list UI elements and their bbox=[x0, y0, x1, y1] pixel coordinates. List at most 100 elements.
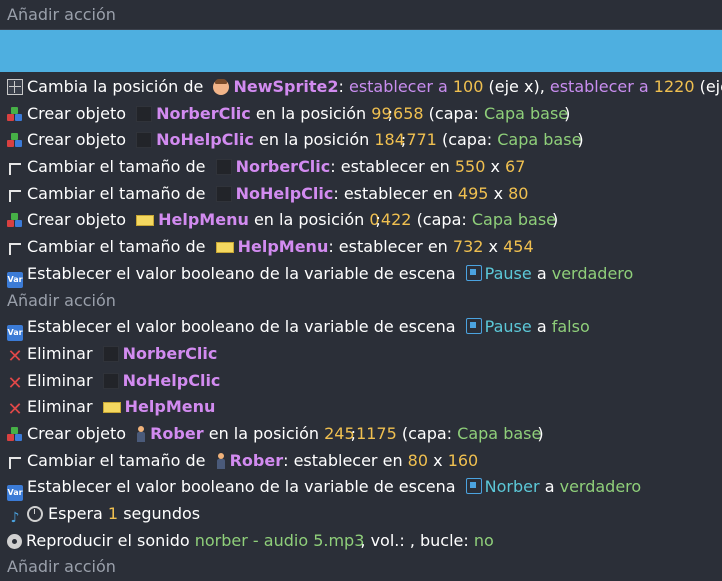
value-number[interactable]: 80 bbox=[408, 451, 428, 470]
norberclic-object-icon bbox=[136, 105, 153, 122]
action-row[interactable]: Cambiar el tamaño de NoHelpClic: estable… bbox=[0, 181, 722, 208]
boolean-value[interactable]: falso bbox=[552, 317, 590, 336]
action-text: Cambia la posición de bbox=[27, 77, 204, 96]
nohelpclic-object-icon bbox=[102, 372, 119, 389]
object-name[interactable]: HelpMenu bbox=[238, 237, 329, 256]
separator bbox=[0, 29, 722, 30]
action-text: ) bbox=[577, 130, 584, 150]
action-row[interactable]: Crear objeto HelpMenu en la posición 0;4… bbox=[0, 207, 722, 234]
action-row[interactable]: Cambiar el tamaño de NorberClic: estable… bbox=[0, 154, 722, 181]
action-row[interactable]: Crear objeto Rober en la posición 245;11… bbox=[0, 421, 722, 448]
value-number[interactable]: 80 bbox=[508, 184, 528, 203]
action-text: Crear objeto bbox=[27, 130, 127, 150]
action-row[interactable]: ✕ Eliminar HelpMenu bbox=[0, 394, 722, 421]
action-text: Crear objeto bbox=[27, 103, 127, 123]
value-number[interactable]: 1 bbox=[108, 504, 118, 523]
action-row[interactable]: Var Establecer el valor booleano de la va… bbox=[0, 261, 722, 288]
value-number[interactable]: 771 bbox=[406, 130, 437, 149]
loop-value[interactable]: no bbox=[474, 531, 494, 550]
variable-icon: Var bbox=[7, 485, 23, 502]
newsprite2-object-icon bbox=[213, 79, 230, 95]
value-number[interactable]: 550 bbox=[455, 157, 486, 176]
selected-empty-row[interactable] bbox=[0, 30, 722, 72]
boolean-value[interactable]: verdadero bbox=[552, 264, 634, 283]
value-number[interactable]: 422 bbox=[381, 210, 412, 229]
action-text: x bbox=[488, 237, 498, 257]
sound-file[interactable]: norber - audio 5.mp3 bbox=[195, 531, 365, 550]
value-number[interactable]: 67 bbox=[505, 157, 525, 176]
layer-name[interactable]: Capa base bbox=[472, 210, 556, 229]
layer-name[interactable]: Capa base bbox=[497, 130, 581, 149]
object-name[interactable]: NorberClic bbox=[123, 344, 218, 363]
action-row[interactable]: Crear objeto NoHelpClic en la posición 1… bbox=[0, 127, 722, 154]
action-text: ) bbox=[537, 423, 544, 443]
action-row[interactable]: Cambiar el tamaño de HelpMenu: establece… bbox=[0, 234, 722, 261]
resize-icon bbox=[9, 243, 21, 256]
action-row[interactable]: Cambia la posición de NewSprite2: establ… bbox=[0, 74, 722, 101]
action-row[interactable]: Var Establecer el valor booleano de la va… bbox=[0, 314, 722, 342]
action-row[interactable]: ✕ Eliminar NorberClic bbox=[0, 341, 722, 368]
action-text: Cambiar el tamaño de bbox=[27, 450, 206, 470]
value-number[interactable]: 160 bbox=[448, 451, 479, 470]
action-text: Eliminar bbox=[27, 397, 93, 417]
layer-name[interactable]: Capa base bbox=[484, 104, 568, 123]
layer-name[interactable]: Capa base bbox=[457, 424, 541, 443]
object-name[interactable]: HelpMenu bbox=[158, 210, 249, 229]
action-row[interactable]: Reproducir el sonido norber - audio 5.mp… bbox=[0, 528, 722, 555]
variable-name[interactable]: Pause bbox=[485, 264, 532, 283]
action-row[interactable]: Cambiar el tamaño de Rober: establecer e… bbox=[0, 448, 722, 475]
action-text: : bbox=[338, 77, 344, 96]
operator[interactable]: establecer a bbox=[349, 77, 448, 96]
action-text: Eliminar bbox=[27, 370, 93, 390]
action-text: en la posición bbox=[208, 423, 320, 443]
top-add-action[interactable]: Añadir acción bbox=[0, 0, 722, 30]
value-number[interactable]: 100 bbox=[453, 77, 484, 96]
boolean-value[interactable]: verdadero bbox=[560, 477, 642, 496]
variable-icon: Var bbox=[7, 271, 23, 288]
object-name[interactable]: NorberClic bbox=[236, 157, 331, 176]
action-row[interactable]: ✕ Eliminar NoHelpClic bbox=[0, 368, 722, 395]
delete-icon: ✕ bbox=[7, 372, 23, 394]
object-name[interactable]: Rober bbox=[150, 424, 204, 443]
action-text: : establecer en bbox=[328, 237, 448, 257]
create-object-icon bbox=[7, 106, 23, 122]
add-action-button[interactable]: Añadir acción bbox=[0, 554, 722, 581]
value-number[interactable]: 732 bbox=[453, 237, 484, 256]
add-action-label: Añadir acción bbox=[7, 5, 116, 24]
scene-variable-icon bbox=[465, 318, 482, 335]
add-action-button[interactable]: Añadir acción bbox=[0, 288, 722, 315]
nohelpclic-object-icon bbox=[215, 185, 232, 202]
add-action-label: Añadir acción bbox=[7, 290, 116, 310]
object-name[interactable]: NoHelpClic bbox=[236, 184, 334, 203]
action-text: Cambiar el tamaño de bbox=[27, 157, 206, 177]
action-row[interactable]: Var Establecer el valor booleano de la va… bbox=[0, 474, 722, 502]
object-name[interactable]: NewSprite2 bbox=[233, 77, 338, 96]
action-text: ) bbox=[564, 103, 571, 123]
object-name[interactable]: Rober bbox=[230, 451, 284, 470]
value-number[interactable]: 658 bbox=[393, 104, 424, 123]
move-icon bbox=[7, 79, 23, 95]
clock-icon bbox=[27, 506, 43, 522]
create-object-icon bbox=[7, 212, 23, 228]
action-text: (capa: bbox=[428, 103, 479, 123]
norberclic-object-icon bbox=[102, 345, 119, 362]
object-name[interactable]: NoHelpClic bbox=[156, 130, 254, 149]
action-row[interactable]: ♪ Espera 1 segundos bbox=[0, 501, 722, 528]
scene-variable-icon bbox=[465, 264, 482, 281]
value-number[interactable]: 495 bbox=[458, 184, 489, 203]
operator[interactable]: establecer a bbox=[550, 77, 649, 96]
value-number[interactable]: 454 bbox=[503, 237, 534, 256]
value-number[interactable]: 1220 bbox=[654, 77, 695, 96]
action-row[interactable]: Crear objeto NorberClic en la posición 9… bbox=[0, 101, 722, 128]
object-name[interactable]: NorberClic bbox=[156, 104, 251, 123]
scene-variable-icon bbox=[465, 478, 482, 495]
variable-icon: Var bbox=[7, 325, 23, 342]
action-text: x bbox=[493, 183, 504, 203]
value-number[interactable]: 1175 bbox=[356, 424, 397, 443]
object-name[interactable]: NoHelpClic bbox=[123, 371, 221, 390]
action-text: Establecer el valor booleano de la varia… bbox=[27, 477, 456, 497]
variable-name[interactable]: Norber bbox=[485, 477, 540, 496]
object-name[interactable]: HelpMenu bbox=[125, 397, 216, 416]
variable-name[interactable]: Pause bbox=[485, 317, 532, 336]
create-object-icon bbox=[7, 426, 23, 442]
